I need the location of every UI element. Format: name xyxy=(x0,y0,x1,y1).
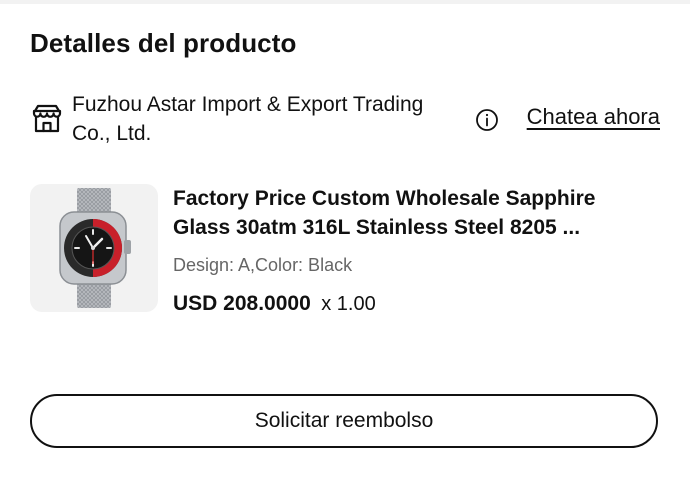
product-quantity: x 1.00 xyxy=(321,293,376,315)
info-icon[interactable] xyxy=(475,108,499,132)
store-icon xyxy=(30,102,64,136)
price-row: USD 208.0000 x 1.00 xyxy=(173,292,376,316)
chat-now-link[interactable]: Chatea ahora xyxy=(527,104,660,130)
product-title[interactable]: Factory Price Custom Wholesale Sapphire … xyxy=(173,184,653,242)
top-divider xyxy=(0,0,690,4)
request-refund-button[interactable]: Solicitar reembolso xyxy=(30,394,658,448)
watch-image xyxy=(59,188,131,308)
product-item[interactable]: Factory Price Custom Wholesale Sapphire … xyxy=(30,184,662,316)
product-thumbnail[interactable] xyxy=(30,184,158,312)
seller-row: Fuzhou Astar Import & Export Trading Co.… xyxy=(30,90,662,150)
page-title: Detalles del producto xyxy=(30,28,297,58)
product-variant: Design: A,Color: Black xyxy=(173,255,353,275)
seller-name[interactable]: Fuzhou Astar Import & Export Trading Co.… xyxy=(72,90,432,148)
product-price: USD 208.0000 xyxy=(173,292,311,315)
